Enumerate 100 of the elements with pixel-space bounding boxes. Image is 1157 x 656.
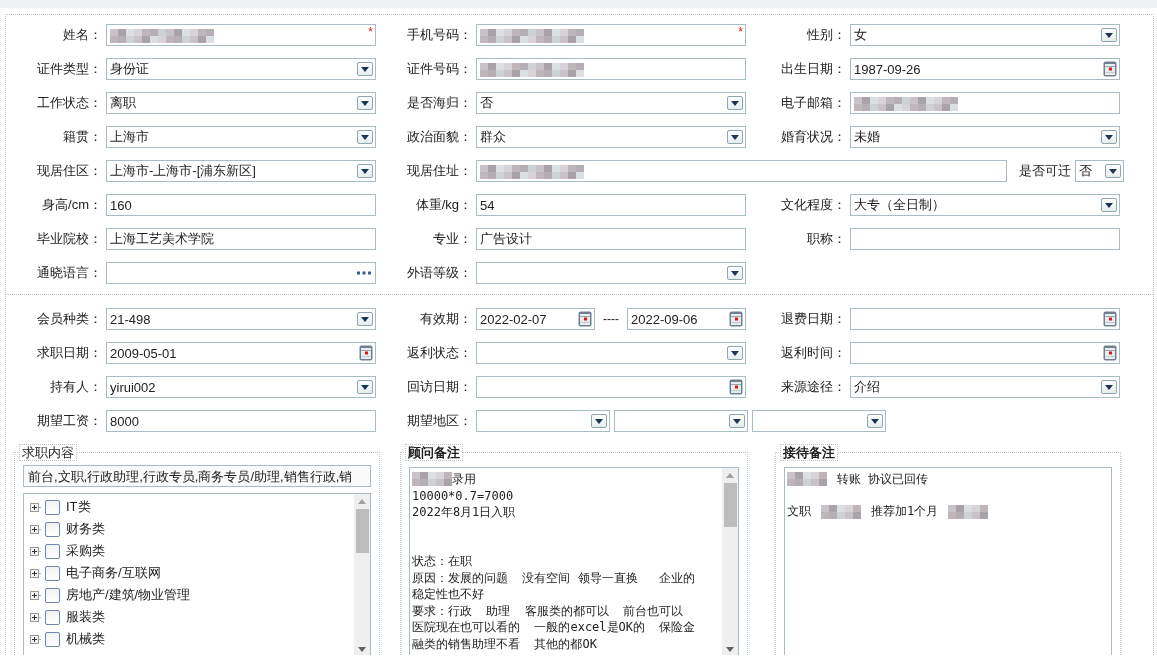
dropdown-button[interactable] bbox=[1101, 28, 1117, 42]
dropdown-button[interactable] bbox=[727, 346, 743, 360]
note-text: 文职 bbox=[787, 503, 811, 521]
dropdown[interactable]: 介绍 bbox=[850, 376, 1120, 398]
text-field[interactable]: * bbox=[106, 24, 376, 46]
date-field[interactable]: 2022-02-07 bbox=[476, 308, 595, 330]
arrow-up-icon[interactable] bbox=[726, 472, 734, 478]
text-field[interactable]: 8000 bbox=[106, 410, 376, 432]
scrollbar[interactable] bbox=[354, 494, 370, 655]
dropdown[interactable]: 群众 bbox=[476, 126, 746, 148]
field-label: 回访日期： bbox=[406, 378, 473, 396]
dropdown[interactable]: 身份证 bbox=[106, 58, 376, 80]
dropdown-button[interactable] bbox=[591, 414, 607, 428]
expand-icon[interactable] bbox=[30, 524, 41, 534]
dropdown-button[interactable] bbox=[727, 266, 743, 280]
checkbox[interactable] bbox=[45, 631, 60, 647]
dropdown-button[interactable] bbox=[357, 130, 373, 144]
tree-item[interactable]: 电子商务/互联网 bbox=[66, 564, 161, 582]
dropdown-button[interactable] bbox=[1101, 380, 1117, 394]
caret-icon bbox=[361, 316, 369, 322]
date-field[interactable]: 2009-05-01 bbox=[106, 342, 376, 364]
date-field[interactable] bbox=[850, 308, 1120, 330]
calendar-icon[interactable] bbox=[1103, 311, 1117, 327]
expand-icon[interactable] bbox=[30, 590, 41, 600]
text-field[interactable] bbox=[476, 58, 746, 80]
picker-field[interactable] bbox=[106, 262, 376, 284]
dropdown[interactable]: 上海市 bbox=[106, 126, 376, 148]
dropdown-button[interactable] bbox=[357, 312, 373, 326]
job-content-field[interactable]: 前台,文职,行政助理,行政专员,商务专员/助理,销售行政,销 bbox=[23, 465, 371, 487]
text-field[interactable] bbox=[850, 92, 1120, 114]
tree-item[interactable]: 房地产/建筑/物业管理 bbox=[66, 586, 191, 604]
expand-icon[interactable] bbox=[30, 546, 41, 556]
field-label: 现居住区： bbox=[36, 162, 103, 180]
tree-item[interactable]: 机械类 bbox=[66, 630, 105, 648]
text-field[interactable] bbox=[476, 160, 1007, 182]
expand-icon[interactable] bbox=[30, 612, 41, 622]
tree-item[interactable]: 采购类 bbox=[66, 542, 105, 560]
expand-icon[interactable] bbox=[30, 634, 41, 644]
calendar-icon[interactable] bbox=[578, 311, 592, 327]
checkbox[interactable] bbox=[45, 499, 60, 515]
date-field[interactable] bbox=[476, 376, 746, 398]
dropdown-button[interactable] bbox=[1101, 198, 1117, 212]
text-field[interactable]: 上海工艺美术学院 bbox=[106, 228, 376, 250]
field-label: 持有人： bbox=[49, 378, 103, 396]
dropdown-button[interactable] bbox=[1105, 164, 1121, 178]
date-field[interactable]: 2022-09-06 bbox=[627, 308, 746, 330]
dropdown[interactable]: 离职 bbox=[106, 92, 376, 114]
date-field[interactable] bbox=[850, 342, 1120, 364]
calendar-icon[interactable] bbox=[729, 311, 743, 327]
dropdown[interactable]: 女 bbox=[850, 24, 1120, 46]
dropdown[interactable]: 上海市-上海市-[浦东新区] bbox=[106, 160, 376, 182]
scrollbar-thumb[interactable] bbox=[723, 483, 737, 527]
checkbox[interactable] bbox=[45, 565, 60, 581]
dropdown[interactable]: 否 bbox=[1075, 160, 1124, 182]
expand-icon[interactable] bbox=[30, 568, 41, 578]
dropdown-button[interactable] bbox=[357, 62, 373, 76]
text-field[interactable]: 160 bbox=[106, 194, 376, 216]
dropdown[interactable]: 21-498 bbox=[106, 308, 376, 330]
date-field[interactable]: 1987-09-26 bbox=[850, 58, 1120, 80]
more-icon[interactable] bbox=[357, 271, 371, 275]
checkbox[interactable] bbox=[45, 609, 60, 625]
notes-textarea[interactable]: 录用 10000*0.7=7000 2022年8月1日入职 状态：在职 原因：发展的问题 没有空间 领导一直换 企业的 稳定性也不好 要求：行政 助理 客服类的都可以 前台也可以 医院现在也可以看的 一般的excel是OK的 保险金 融类的销售助理不看 其他的都OK bbox=[409, 467, 739, 655]
tree-item[interactable]: 财务类 bbox=[66, 520, 105, 538]
dropdown-button[interactable] bbox=[867, 414, 883, 428]
notes-textarea[interactable]: 转账 协议已回传 文职 推荐加1个月 bbox=[784, 467, 1112, 655]
caret-icon bbox=[731, 134, 739, 140]
dropdown-button[interactable] bbox=[727, 96, 743, 110]
dropdown-button[interactable] bbox=[1101, 130, 1117, 144]
dropdown-button[interactable] bbox=[729, 414, 745, 428]
dropdown-button[interactable] bbox=[357, 380, 373, 394]
arrow-down-icon[interactable] bbox=[358, 646, 366, 652]
calendar-icon[interactable] bbox=[359, 345, 373, 361]
dropdown[interactable]: 大专（全日制） bbox=[850, 194, 1120, 216]
arrow-up-icon[interactable] bbox=[358, 498, 366, 504]
text-field[interactable]: * bbox=[476, 24, 746, 46]
text-field[interactable] bbox=[850, 228, 1120, 250]
caret-icon bbox=[1105, 202, 1113, 208]
tree-item[interactable]: 服装类 bbox=[66, 608, 105, 626]
dropdown-button[interactable] bbox=[727, 130, 743, 144]
scrollbar[interactable] bbox=[722, 468, 738, 655]
arrow-down-icon[interactable] bbox=[726, 646, 734, 652]
tree-item[interactable]: IT类 bbox=[66, 498, 91, 516]
text-field[interactable]: 广告设计 bbox=[476, 228, 746, 250]
caret-icon bbox=[361, 168, 369, 174]
text-field[interactable]: 54 bbox=[476, 194, 746, 216]
dropdown-button[interactable] bbox=[357, 96, 373, 110]
calendar-icon[interactable] bbox=[729, 379, 743, 395]
dropdown[interactable]: yirui002 bbox=[106, 376, 376, 398]
expand-icon[interactable] bbox=[30, 502, 41, 512]
scrollbar-thumb[interactable] bbox=[355, 509, 369, 553]
checkbox[interactable] bbox=[45, 521, 60, 537]
field-label: 电子邮箱： bbox=[780, 94, 847, 112]
checkbox[interactable] bbox=[45, 587, 60, 603]
calendar-icon[interactable] bbox=[1103, 345, 1117, 361]
checkbox[interactable] bbox=[45, 543, 60, 559]
note-text: 录用 bbox=[452, 470, 476, 488]
dropdown[interactable]: 未婚 bbox=[850, 126, 1120, 148]
dropdown[interactable]: 否 bbox=[476, 92, 746, 114]
calendar-icon[interactable] bbox=[1103, 61, 1117, 77]
dropdown-button[interactable] bbox=[357, 164, 373, 178]
